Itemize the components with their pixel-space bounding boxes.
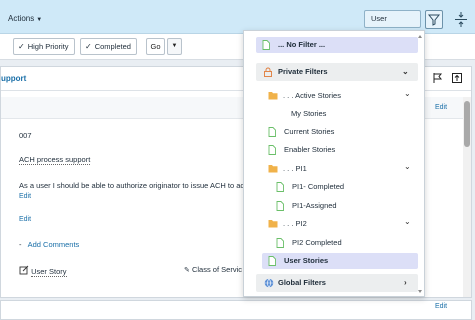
class-of-service-field: ✎ Class of Servic <box>184 265 242 274</box>
file-icon <box>276 201 284 211</box>
high-priority-checkbox[interactable]: ✓ High Priority <box>13 38 75 55</box>
check-icon: ✓ <box>18 42 25 51</box>
edit-link-2[interactable]: Edit <box>19 216 31 223</box>
high-priority-label: High Priority <box>27 42 69 51</box>
private-filters-group[interactable]: Private Filters ⌄ <box>256 63 418 81</box>
record-scrollbar[interactable] <box>463 97 471 297</box>
add-comments-link[interactable]: - Add Comments <box>19 240 79 249</box>
split-view-icon <box>455 12 467 27</box>
chevron-down-icon: ⌄ <box>404 162 411 171</box>
description-edit-link[interactable]: Edit <box>19 193 31 200</box>
id-field: 007 <box>19 131 32 140</box>
filter-item-label: Current Stories <box>284 127 335 136</box>
type-value: User Story <box>31 267 67 277</box>
add-comments-label: Add Comments <box>27 240 80 249</box>
folder-icon <box>268 165 278 173</box>
edit-link-3[interactable]: Edit <box>435 303 447 310</box>
filter-item-label: . . . PI1 <box>283 164 307 173</box>
completed-checkbox[interactable]: ✓ Completed <box>80 38 137 55</box>
filter-item-pi2[interactable]: . . . PI2 ⌄ <box>266 216 416 232</box>
filter-dropdown: ... No Filter ... Private Filters ⌄ . . … <box>243 30 425 297</box>
description-field: As a user I should be able to authorize … <box>19 181 248 190</box>
scrollbar-thumb[interactable] <box>464 101 470 147</box>
view-select[interactable]: User Stories▼ <box>364 10 421 39</box>
actions-label: Actions <box>8 14 35 23</box>
chevron-down-icon: ⌄ <box>404 89 411 98</box>
go-dropdown-button[interactable]: ▼ <box>167 38 182 55</box>
next-section: Edit <box>0 300 472 320</box>
filter-icon <box>427 14 441 26</box>
filter-item-label: Enabler Stories <box>284 145 336 154</box>
completed-label: Completed <box>94 42 131 51</box>
file-icon <box>276 238 284 248</box>
record-title: upport <box>1 74 27 83</box>
caret-down-icon: ▼ <box>36 17 43 23</box>
folder-icon <box>268 220 278 228</box>
no-filter-option[interactable]: ... No Filter ... <box>256 37 418 53</box>
private-filters-label: Private Filters <box>278 67 328 76</box>
top-bar: Actions▼ User Stories▼ <box>0 0 475 39</box>
filter-item-user-stories[interactable]: User Stories <box>262 253 418 269</box>
filter-item-label: . . . Active Stories <box>283 91 341 100</box>
global-filters-group[interactable]: Global Filters › <box>256 274 418 292</box>
filter-item-label: User Stories <box>284 256 329 265</box>
filter-item-label: . . . PI2 <box>283 219 307 228</box>
global-filters-label: Global Filters <box>278 278 326 287</box>
filter-item-label: PI1- Completed <box>292 182 345 191</box>
pencil-icon: ✎ <box>184 267 190 274</box>
folder-icon <box>268 92 278 100</box>
file-icon <box>268 127 276 137</box>
dash-icon: - <box>19 240 22 249</box>
class-of-service-label: Class of Servic <box>191 265 242 274</box>
filter-item-label: PI1-Assigned <box>292 201 337 210</box>
filter-item-pi2-completed[interactable]: PI2 Completed <box>274 235 416 251</box>
split-view-button[interactable] <box>452 10 470 29</box>
no-filter-label: ... No Filter ... <box>278 40 326 49</box>
filter-item-pi1[interactable]: . . . PI1 ⌄ <box>266 161 416 177</box>
file-icon <box>276 182 284 192</box>
file-icon <box>262 40 270 50</box>
filter-item-pi1-completed[interactable]: PI1- Completed <box>274 179 416 195</box>
go-button[interactable]: Go <box>146 38 165 55</box>
name-field: ACH process support <box>19 155 91 165</box>
actions-menu-button[interactable]: Actions ▼ <box>8 14 42 23</box>
export-icon[interactable] <box>451 72 463 84</box>
filter-item-label: My Stories <box>291 109 327 118</box>
dropdown-scrollbar[interactable] <box>416 33 424 295</box>
edit-note-icon <box>19 265 29 275</box>
chevron-down-icon: ⌄ <box>402 67 409 76</box>
file-icon <box>268 145 276 155</box>
filter-item-current-stories[interactable]: Current Stories <box>266 124 416 140</box>
filter-item-label: PI2 Completed <box>292 238 342 247</box>
chevron-right-icon: › <box>404 278 407 287</box>
filter-item-my-stories[interactable]: My Stories <box>282 106 416 122</box>
chevron-down-icon: ⌄ <box>404 217 411 226</box>
lock-icon <box>264 67 272 77</box>
filter-item-active-stories[interactable]: . . . Active Stories ⌄ <box>266 88 416 104</box>
flag-icon[interactable] <box>431 72 443 84</box>
check-icon: ✓ <box>85 42 92 51</box>
type-field: User Story <box>19 265 67 277</box>
caret-down-icon: ▼ <box>171 43 178 49</box>
filter-item-enabler-stories[interactable]: Enabler Stories <box>266 142 416 158</box>
filter-item-pi1-assigned[interactable]: PI1-Assigned <box>274 198 416 214</box>
globe-icon <box>264 278 274 288</box>
filter-button[interactable] <box>425 10 443 29</box>
edit-link[interactable]: Edit <box>435 104 447 111</box>
file-icon <box>268 256 276 266</box>
